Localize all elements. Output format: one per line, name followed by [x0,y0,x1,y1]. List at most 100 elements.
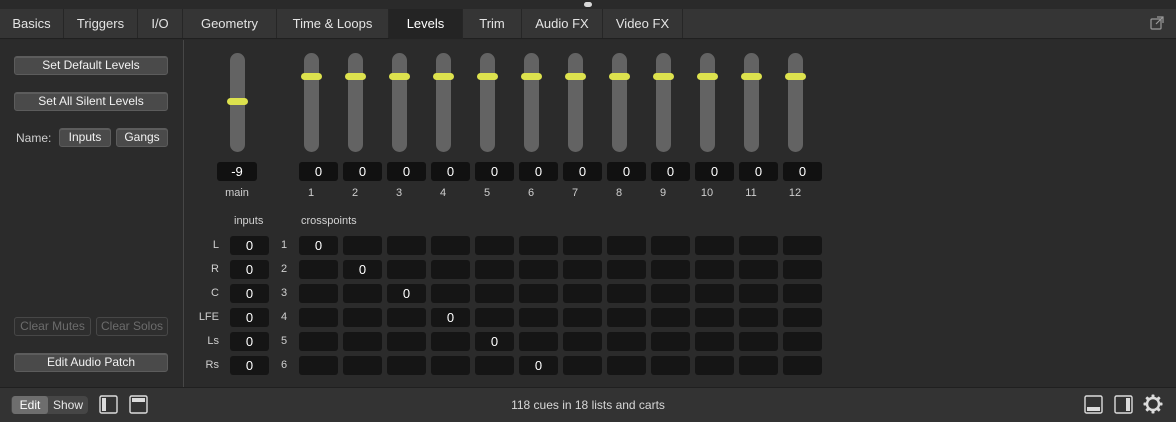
window-drag-handle[interactable] [584,2,592,7]
fader-knob-12[interactable] [785,73,806,80]
crosspoint-cell[interactable] [651,356,690,375]
crosspoint-cell[interactable] [343,284,382,303]
input-level-field[interactable]: 0 [230,332,269,351]
name-gangs-button[interactable]: Gangs [116,128,168,147]
crosspoint-cell[interactable] [651,284,690,303]
crosspoint-cell[interactable] [343,332,382,351]
level-value-main[interactable]: -9 [217,162,257,181]
fader-2[interactable] [345,53,366,152]
tab-time-loops[interactable]: Time & Loops [277,9,389,38]
fader-10[interactable] [697,53,718,152]
crosspoint-cell[interactable] [299,260,338,279]
fader-12[interactable] [785,53,806,152]
edit-audio-patch-button[interactable]: Edit Audio Patch [14,353,168,372]
fader-6[interactable] [521,53,542,152]
tab-geometry[interactable]: Geometry [183,9,277,38]
crosspoint-cell[interactable] [387,332,426,351]
fader-3[interactable] [389,53,410,152]
crosspoint-cell[interactable] [739,260,778,279]
crosspoint-cell[interactable] [343,308,382,327]
crosspoint-cell[interactable] [563,284,602,303]
crosspoint-cell[interactable] [299,308,338,327]
crosspoint-cell[interactable] [695,284,734,303]
crosspoint-cell[interactable] [519,236,558,255]
input-level-field[interactable]: 0 [230,356,269,375]
crosspoint-cell[interactable] [695,332,734,351]
input-level-field[interactable]: 0 [230,236,269,255]
crosspoint-cell[interactable] [519,308,558,327]
tab-triggers[interactable]: Triggers [64,9,138,38]
crosspoint-cell[interactable] [519,284,558,303]
clear-mutes-button[interactable]: Clear Mutes [14,317,91,336]
crosspoint-cell[interactable] [607,356,646,375]
fader-knob-1[interactable] [301,73,322,80]
fader-7[interactable] [565,53,586,152]
level-value-3[interactable]: 0 [387,162,426,181]
crosspoint-cell[interactable] [783,236,822,255]
level-value-4[interactable]: 0 [431,162,470,181]
fader-knob-2[interactable] [345,73,366,80]
tab-io[interactable]: I/O [138,9,183,38]
crosspoint-cell[interactable] [783,356,822,375]
set-default-levels-button[interactable]: Set Default Levels [14,56,168,75]
level-value-2[interactable]: 0 [343,162,382,181]
clear-solos-button[interactable]: Clear Solos [96,317,168,336]
crosspoint-cell[interactable] [607,332,646,351]
crosspoint-cell[interactable] [783,260,822,279]
crosspoint-cell[interactable] [563,356,602,375]
toggle-right-sidebar-icon[interactable] [1114,395,1133,414]
crosspoint-cell[interactable] [431,260,470,279]
crosspoint-cell[interactable] [783,308,822,327]
crosspoint-cell[interactable] [607,308,646,327]
crosspoint-cell[interactable] [519,332,558,351]
fader-knob-9[interactable] [653,73,674,80]
crosspoint-cell[interactable] [299,284,338,303]
fader-5[interactable] [477,53,498,152]
level-value-8[interactable]: 0 [607,162,646,181]
fader-knob-3[interactable] [389,73,410,80]
fader-knob-6[interactable] [521,73,542,80]
fader-knob-10[interactable] [697,73,718,80]
crosspoint-cell[interactable] [387,260,426,279]
level-value-7[interactable]: 0 [563,162,602,181]
crosspoint-cell[interactable] [431,236,470,255]
crosspoint-cell[interactable]: 0 [299,236,338,255]
crosspoint-cell[interactable] [695,308,734,327]
name-inputs-button[interactable]: Inputs [59,128,111,147]
level-value-10[interactable]: 0 [695,162,734,181]
crosspoint-cell[interactable] [563,236,602,255]
level-value-9[interactable]: 0 [651,162,690,181]
crosspoint-cell[interactable] [475,260,514,279]
tab-levels[interactable]: Levels [389,9,463,39]
fader-knob-main[interactable] [227,98,248,105]
crosspoint-cell[interactable] [343,356,382,375]
crosspoint-cell[interactable] [607,284,646,303]
crosspoint-cell[interactable] [563,260,602,279]
crosspoint-cell[interactable] [695,356,734,375]
crosspoint-cell[interactable] [739,332,778,351]
level-value-6[interactable]: 0 [519,162,558,181]
crosspoint-cell[interactable] [607,236,646,255]
crosspoint-cell[interactable]: 0 [475,332,514,351]
input-level-field[interactable]: 0 [230,308,269,327]
crosspoint-cell[interactable] [299,332,338,351]
fader-8[interactable] [609,53,630,152]
crosspoint-cell[interactable]: 0 [387,284,426,303]
crosspoint-cell[interactable] [387,308,426,327]
crosspoint-cell[interactable] [739,236,778,255]
fader-11[interactable] [741,53,762,152]
crosspoint-cell[interactable] [783,332,822,351]
crosspoint-cell[interactable] [475,284,514,303]
set-all-silent-levels-button[interactable]: Set All Silent Levels [14,92,168,111]
crosspoint-cell[interactable] [607,260,646,279]
crosspoint-cell[interactable] [739,356,778,375]
crosspoint-cell[interactable] [695,260,734,279]
crosspoint-cell[interactable] [651,236,690,255]
level-value-5[interactable]: 0 [475,162,514,181]
fader-knob-8[interactable] [609,73,630,80]
fader-4[interactable] [433,53,454,152]
fader-knob-5[interactable] [477,73,498,80]
crosspoint-cell[interactable]: 0 [519,356,558,375]
crosspoint-cell[interactable]: 0 [431,308,470,327]
crosspoint-cell[interactable] [651,308,690,327]
